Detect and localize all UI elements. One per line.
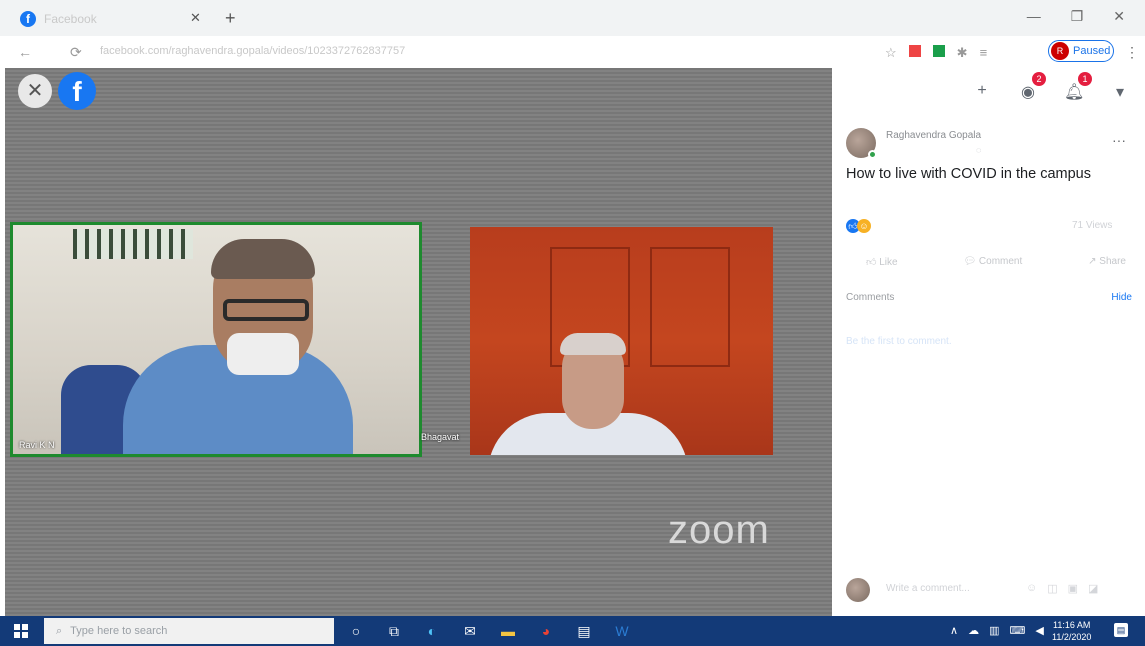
notifications-icon[interactable]: 🔔︎ 1: [1064, 72, 1092, 102]
taskbar-search[interactable]: ⌕ Type here to search: [44, 618, 334, 644]
participant-hair: [211, 239, 315, 279]
profile-button[interactable]: R Paused: [1048, 40, 1114, 62]
edge-icon[interactable]: ◐: [422, 621, 442, 641]
url-field[interactable]: facebook.com/raghavendra.gopala/videos/1…: [100, 45, 405, 57]
taskbar-apps: ○ ⧉ ◐ ✉ ▬ ◕ ▤ W: [346, 621, 632, 641]
haha-reaction-icon: ☺: [857, 219, 871, 233]
facebook-favicon-icon: f: [20, 11, 36, 27]
messenger-icon[interactable]: ◉ 2: [1018, 72, 1046, 102]
background-window: [73, 229, 193, 259]
window-controls: — ❐ ✕: [1027, 8, 1125, 25]
participant-name: Ravi K N: [19, 440, 55, 450]
mail-icon[interactable]: ✉: [460, 621, 480, 641]
header-icons: + ◉ 2 🔔︎ 1 ▾: [972, 72, 1130, 102]
store-icon[interactable]: ▤: [574, 621, 594, 641]
language-icon[interactable]: ⌨: [1009, 624, 1025, 637]
browser-menu-icon[interactable]: ⋮: [1125, 44, 1139, 61]
new-tab-icon[interactable]: +: [225, 8, 236, 29]
sticker-icon[interactable]: ◪: [1088, 582, 1098, 595]
account-menu-icon[interactable]: ▾: [1110, 82, 1130, 102]
hide-comments-link[interactable]: Hide: [1111, 292, 1132, 303]
extension-icon[interactable]: [932, 45, 945, 57]
like-label: Like: [879, 257, 898, 268]
comments-header: Comments Hide: [846, 292, 1136, 303]
volume-icon[interactable]: ◀: [1035, 624, 1043, 637]
empty-comments-text: Be the first to comment.: [846, 336, 952, 347]
participant-hair: [560, 333, 626, 355]
face-mask: [227, 333, 299, 375]
view-count: 71 Views: [1072, 220, 1113, 231]
post-author: Raghavendra Gopala ◌ ···: [846, 128, 1136, 164]
participant-tile: Ravi K N: [10, 222, 422, 457]
glasses: [223, 299, 309, 321]
star-icon[interactable]: ☆: [885, 45, 897, 61]
comment-tools: ☺ ◫ ▣ ◪: [1026, 582, 1098, 595]
network-icon[interactable]: ▥: [989, 624, 999, 637]
create-icon[interactable]: +: [972, 82, 992, 102]
share-label: Share: [1099, 256, 1126, 267]
address-bar-row: ← ⟳ facebook.com/raghavendra.gopala/vide…: [0, 36, 1145, 68]
extension-icons: ☆ ✱ ≡: [885, 45, 987, 61]
system-tray: ∧ ☁ ▥ ⌨ ◀: [950, 624, 1044, 637]
file-explorer-icon[interactable]: ▬: [498, 621, 518, 641]
comment-input[interactable]: Write a comment...: [886, 583, 970, 594]
screen: f Facebook ✕ + — ❐ ✕ ← ⟳ facebook.com/ra…: [0, 0, 1145, 646]
wood-panel: [650, 247, 730, 367]
cortana-icon[interactable]: ○: [346, 621, 366, 641]
profile-avatar: R: [1051, 42, 1069, 60]
facebook-logo-icon[interactable]: f: [58, 72, 96, 110]
chevron-up-icon[interactable]: ∧: [950, 624, 958, 637]
close-window-icon[interactable]: ✕: [1113, 8, 1125, 25]
post-actions: 👍︎ Like 💬︎ Comment ↗ Share: [866, 256, 1126, 268]
author-name[interactable]: Raghavendra Gopala: [886, 130, 981, 141]
reaction-summary[interactable]: 👍︎ ☺: [846, 219, 871, 233]
comments-label: Comments: [846, 292, 895, 303]
windows-start-icon[interactable]: [14, 624, 28, 638]
messenger-badge: 2: [1032, 72, 1046, 86]
windows-taskbar: ⌕ Type here to search ○ ⧉ ◐ ✉ ▬ ◕ ▤ W ∧ …: [0, 616, 1145, 646]
tab-title: Facebook: [44, 12, 97, 26]
close-icon[interactable]: ✕: [18, 74, 52, 108]
tab-close-icon[interactable]: ✕: [190, 10, 201, 26]
clock-date: 11/2/2020: [1052, 632, 1092, 642]
globe-icon: ◌: [976, 145, 982, 155]
post-panel: + ◉ 2 🔔︎ 1 ▾ Raghavendra Gopala ◌ ··· Ho…: [832, 68, 1145, 616]
browser-tab-strip: f Facebook ✕ + — ❐ ✕: [0, 0, 1145, 36]
browser-tab[interactable]: f Facebook: [12, 6, 212, 32]
zoom-watermark: zoom: [668, 508, 770, 552]
puzzle-icon[interactable]: ✱: [957, 45, 968, 61]
back-icon[interactable]: ←: [18, 44, 32, 60]
word-icon[interactable]: W: [612, 621, 632, 641]
online-status-icon: [868, 150, 877, 159]
chrome-icon[interactable]: ◕: [536, 621, 556, 641]
emoji-icon[interactable]: ☺: [1026, 582, 1037, 595]
search-icon: ⌕: [56, 624, 63, 637]
like-button[interactable]: 👍︎ Like: [866, 256, 898, 268]
restore-icon[interactable]: ❐: [1071, 8, 1084, 25]
gif-icon[interactable]: ▣: [1068, 582, 1078, 595]
cloud-icon[interactable]: ☁: [968, 624, 979, 637]
share-button[interactable]: ↗ Share: [1088, 256, 1126, 268]
comment-button[interactable]: 💬︎ Comment: [963, 256, 1022, 268]
task-view-icon[interactable]: ⧉: [384, 621, 404, 641]
notifications-badge: 1: [1078, 72, 1092, 86]
taskbar-clock[interactable]: 11:16 AM 11/2/2020: [1052, 619, 1091, 643]
participant-name: Bhagavat: [421, 432, 460, 442]
avatar: [846, 578, 870, 602]
more-options-icon[interactable]: ···: [1112, 132, 1126, 148]
minimize-icon[interactable]: —: [1027, 8, 1041, 25]
post-title: How to live with COVID in the campus: [846, 166, 1091, 182]
participant-tile: [470, 227, 773, 455]
reload-icon[interactable]: ⟳: [70, 44, 82, 61]
extension-icon[interactable]: [908, 45, 921, 57]
comment-composer: Write a comment... ☺ ◫ ▣ ◪: [846, 578, 1136, 606]
profile-status: Paused: [1073, 45, 1111, 57]
camera-icon[interactable]: ◫: [1047, 582, 1057, 595]
comment-label: Comment: [978, 256, 1023, 267]
reading-list-icon[interactable]: ≡: [980, 45, 988, 61]
notification-center-icon[interactable]: ▤: [1114, 623, 1128, 637]
video-player[interactable]: ✕ f Ravi K N Bhagavat zoom: [5, 68, 832, 616]
search-placeholder: Type here to search: [70, 625, 168, 637]
clock-time: 11:16 AM: [1053, 620, 1091, 630]
